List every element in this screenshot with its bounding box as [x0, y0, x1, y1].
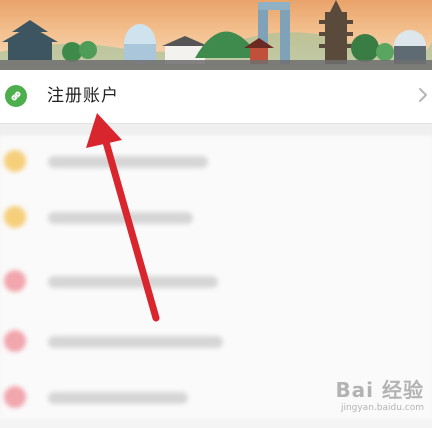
list-item-label-placeholder: [48, 336, 223, 348]
list-item[interactable]: [0, 256, 432, 312]
list-item-label-placeholder: [48, 276, 218, 288]
list-item-icon: [4, 330, 26, 352]
list-item-label-placeholder: [48, 212, 193, 224]
register-account-label: 注册账户: [47, 86, 119, 106]
list-item[interactable]: [0, 192, 432, 248]
chevron-right-icon: [416, 84, 430, 106]
list-item-icon: [4, 386, 26, 408]
link-icon: [5, 85, 27, 107]
city-skyline-banner: [0, 0, 432, 70]
baidu-watermark: Bai 经验 jingyan.baidu.com: [335, 374, 424, 413]
list-item-icon: [4, 206, 26, 228]
list-item-icon: [4, 270, 26, 292]
list-item-label-placeholder: [48, 156, 208, 168]
watermark-logo-text: Bai 经验: [335, 378, 424, 402]
register-account-row[interactable]: 注册账户: [0, 70, 432, 124]
skyline-illustration: [0, 0, 432, 70]
list-item-label-placeholder: [48, 392, 188, 404]
watermark-url: jingyan.baidu.com: [340, 403, 424, 413]
section-divider: [0, 124, 432, 136]
list-item[interactable]: [0, 316, 432, 372]
list-item[interactable]: [0, 136, 432, 192]
list-item-icon: [4, 150, 26, 172]
